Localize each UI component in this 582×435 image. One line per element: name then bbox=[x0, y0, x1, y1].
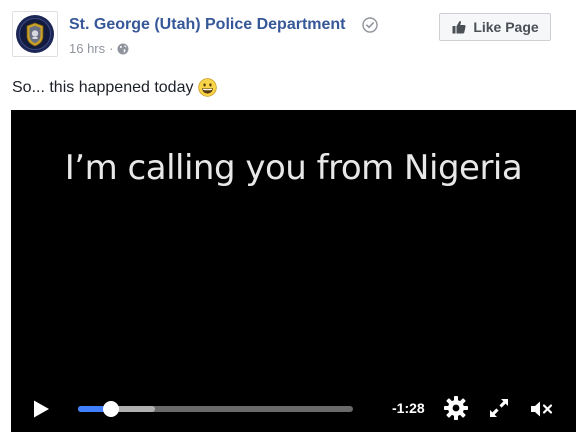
play-icon[interactable] bbox=[31, 399, 51, 419]
page-avatar[interactable] bbox=[12, 11, 58, 57]
post-meta: 16 hrs · bbox=[69, 41, 129, 56]
video-progress-bar[interactable] bbox=[78, 400, 353, 418]
like-page-button[interactable]: Like Page bbox=[439, 13, 551, 41]
gear-icon[interactable] bbox=[443, 395, 469, 421]
thumbs-up-icon bbox=[452, 21, 466, 34]
page-name-link[interactable]: St. George (Utah) Police Department bbox=[69, 16, 346, 34]
post-timestamp[interactable]: 16 hrs bbox=[69, 41, 105, 56]
time-remaining: -1:28 bbox=[392, 400, 425, 416]
police-badge-logo-icon bbox=[13, 12, 57, 56]
post-message-text: So... this happened today bbox=[12, 78, 194, 96]
check-circle-icon bbox=[362, 17, 378, 33]
globe-icon[interactable] bbox=[117, 43, 129, 55]
expand-icon[interactable] bbox=[488, 397, 510, 419]
video-controls: -1:28 bbox=[11, 382, 576, 432]
video-caption: I’m calling you from Nigeria bbox=[64, 148, 523, 188]
progress-handle[interactable] bbox=[103, 401, 119, 417]
muted-speaker-icon[interactable] bbox=[530, 399, 554, 419]
like-page-label: Like Page bbox=[473, 19, 539, 35]
facebook-post: St. George (Utah) Police Department 16 h… bbox=[0, 0, 582, 435]
grinning-face-emoji-icon bbox=[198, 78, 218, 97]
post-message: So... this happened today bbox=[12, 78, 218, 97]
video-player[interactable]: I’m calling you from Nigeria -1:28 bbox=[11, 110, 576, 432]
meta-separator: · bbox=[109, 41, 114, 56]
